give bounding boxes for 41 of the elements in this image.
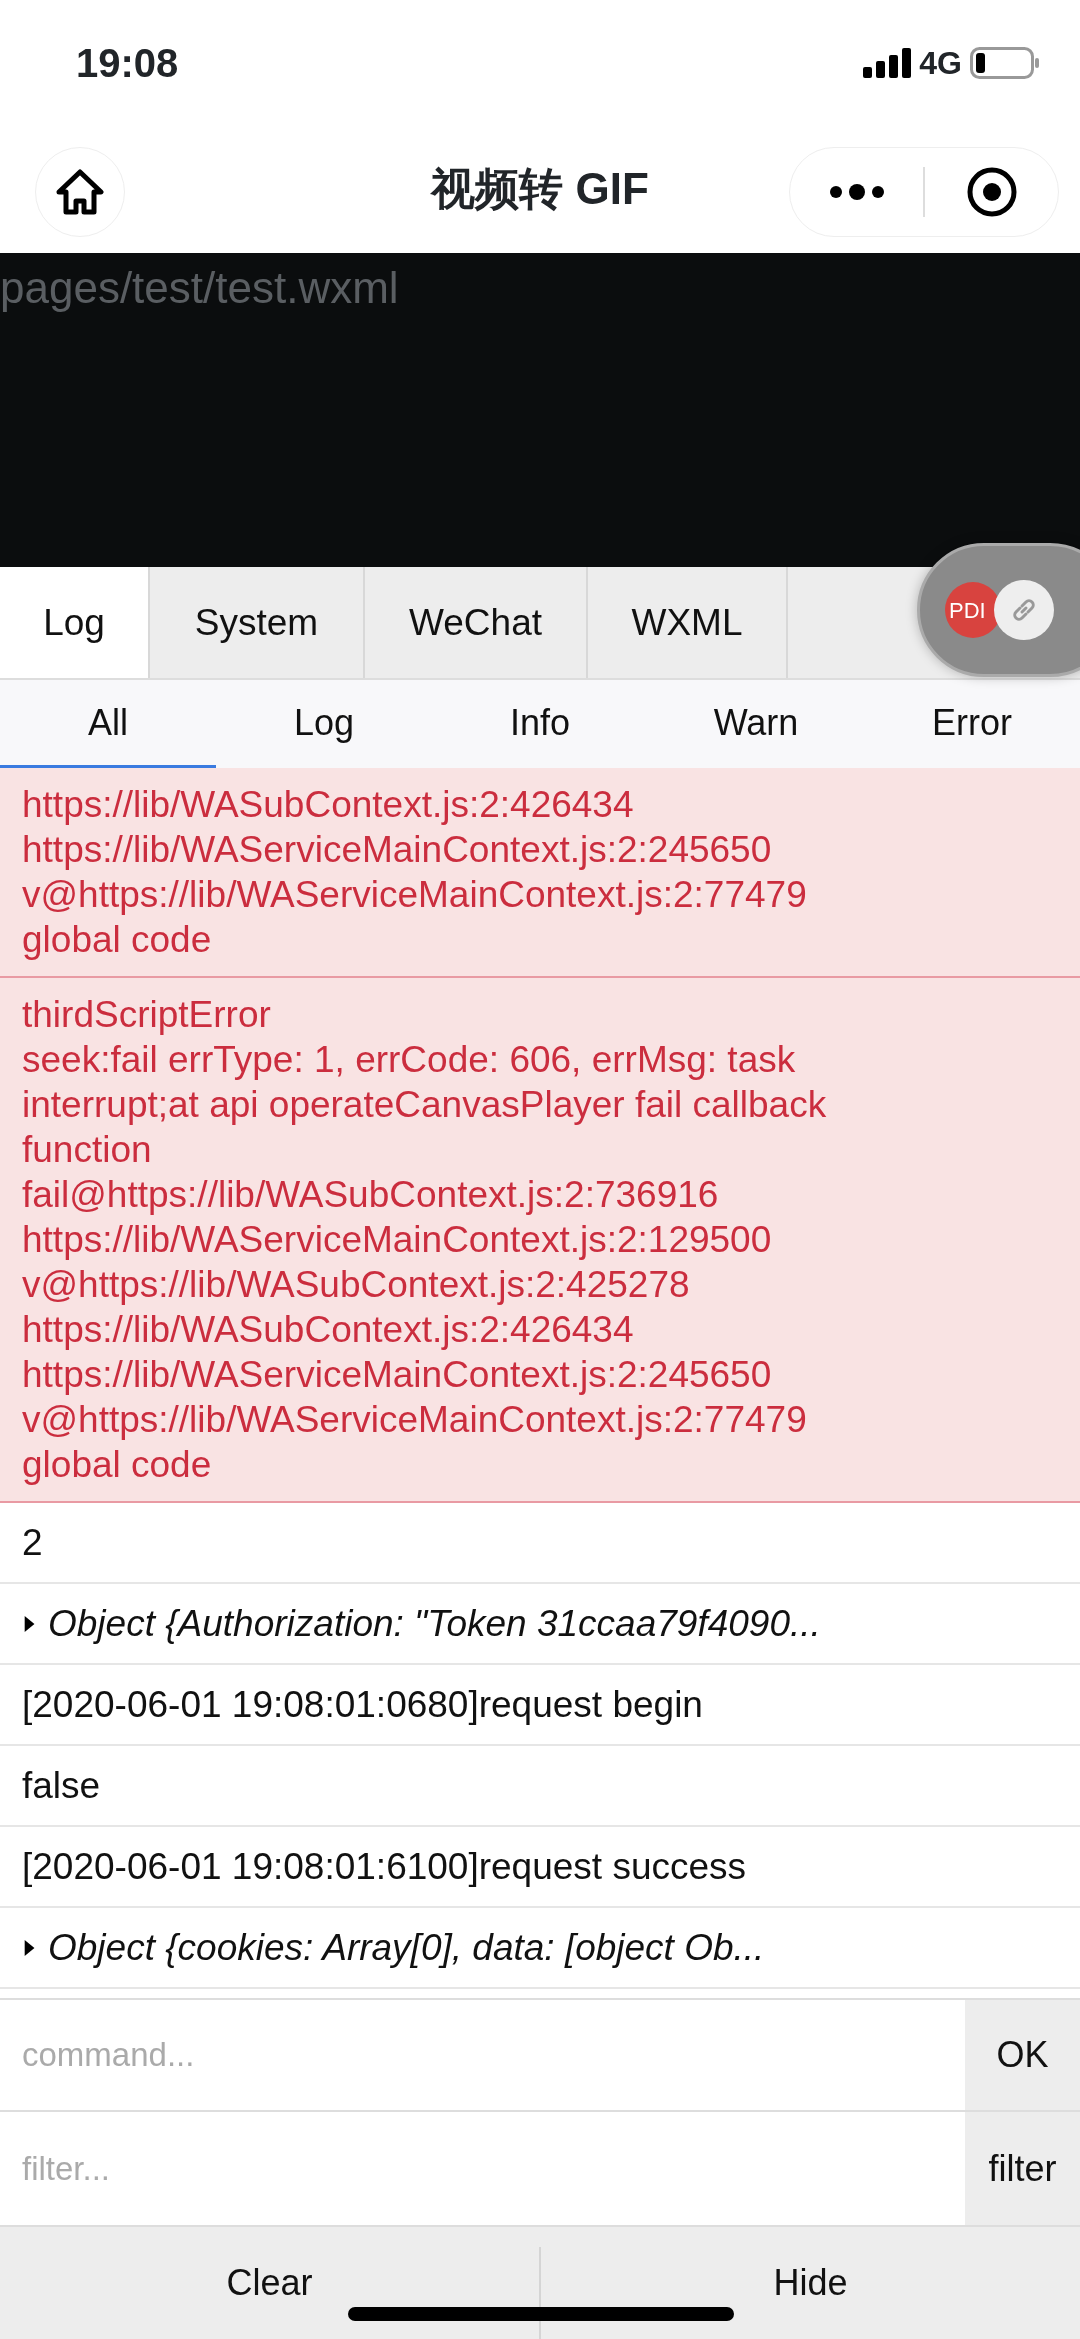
log-line: seek:fail errType: 1, errCode: 606, errMsg: task bbox=[22, 1038, 797, 1082]
log-line: v@https://lib/WASubContext.js:2:425278 bbox=[22, 1263, 691, 1307]
log-line: https://lib/WAServiceMainContext.js:2:245650 bbox=[22, 1353, 773, 1397]
log-line: https://lib/WAServiceMainContext.js:2:129500 bbox=[22, 1218, 773, 1262]
log-text: [2020-06-01 19:08:01:0680]request begin bbox=[22, 1683, 704, 1727]
filter-tab[interactable]: Log bbox=[216, 680, 432, 768]
filter-tab[interactable]: Warn bbox=[648, 680, 864, 768]
object-entry[interactable]: Object {cookies: Array[0], data: [object Ob... bbox=[0, 1908, 1080, 1989]
signal-icon bbox=[863, 47, 912, 78]
log-line: function bbox=[22, 1128, 153, 1172]
filter-button[interactable]: filter bbox=[965, 2112, 1080, 2225]
log-line: v@https://lib/WAServiceMainContext.js:2:77479 bbox=[22, 1398, 808, 1442]
log-line: v@https://lib/WAServiceMainContext.js:2:77479 bbox=[22, 873, 808, 917]
log-line: global code bbox=[22, 918, 213, 962]
filter-tab[interactable]: Error bbox=[864, 680, 1080, 768]
console-tab[interactable]: Log bbox=[0, 567, 150, 678]
log-line: interrupt;at api operateCanvasPlayer fail callback bbox=[22, 1083, 828, 1127]
ok-button[interactable]: OK bbox=[965, 2000, 1080, 2110]
page-title: 视频转 GIF bbox=[431, 163, 649, 215]
object-entry[interactable]: Object {Authorization: "Token 31ccaa79f4090... bbox=[0, 1584, 1080, 1665]
home-icon bbox=[56, 169, 104, 215]
toolbar-button[interactable]: Hide bbox=[541, 2227, 1080, 2339]
log-line: global code bbox=[22, 1443, 213, 1487]
log-line: https://lib/WASubContext.js:2:426434 bbox=[22, 783, 635, 827]
log-text: [2020-06-01 19:08:01:6100]request success bbox=[22, 1845, 748, 1889]
log-text: Object {cookies: Array[0], data: [object Ob... bbox=[48, 1926, 765, 1970]
battery-icon bbox=[970, 46, 1040, 79]
more-icon bbox=[828, 182, 885, 202]
log-text: Object {Authorization: "Token 31ccaa79f4090... bbox=[48, 1602, 821, 1646]
toolbar-button[interactable]: Clear bbox=[0, 2227, 539, 2339]
log-text: false bbox=[22, 1764, 102, 1808]
page-path-text: pages/test/test.wxml bbox=[0, 262, 399, 313]
network-label: 4G bbox=[919, 43, 962, 83]
filter-tab[interactable]: Info bbox=[432, 680, 648, 768]
log-line: fail@https://lib/WASubContext.js:2:736916 bbox=[22, 1173, 720, 1217]
log-text: 2 bbox=[22, 1521, 44, 1565]
log-line: thirdScriptError bbox=[22, 993, 272, 1037]
status-time: 19:08 bbox=[76, 39, 179, 87]
log-line: https://lib/WASubContext.js:2:426434 bbox=[22, 1308, 635, 1352]
record-icon bbox=[965, 166, 1018, 218]
log-line: https://lib/WAServiceMainContext.js:2:245650 bbox=[22, 828, 773, 872]
